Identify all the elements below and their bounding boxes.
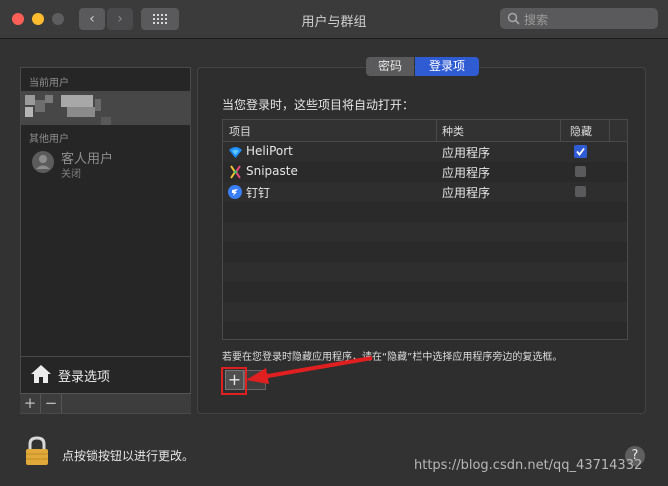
row-kind: 应用程序 — [442, 146, 491, 160]
add-user-button[interactable]: + — [20, 394, 41, 413]
user-list: 当前用户 其他用户 客人用户 关闭 登录选项 — [20, 67, 191, 414]
row-kind: 应用程序 — [442, 186, 491, 200]
user-list-toolbar: + − — [20, 393, 191, 413]
house-icon — [31, 365, 51, 383]
lock-hint-text: 点按锁按钮以进行更改。 — [62, 449, 195, 463]
hide-checkbox[interactable] — [575, 166, 586, 177]
hide-checkbox[interactable] — [574, 145, 587, 158]
lock-icon[interactable] — [24, 436, 50, 466]
table-row[interactable]: 钉钉 应用程序 — [223, 182, 627, 202]
current-users-label: 当前用户 — [29, 78, 69, 89]
table-header: 项目 种类 隐藏 — [223, 120, 627, 142]
login-options-row[interactable]: 登录选项 — [21, 357, 190, 393]
annotation-arrow-icon — [246, 356, 373, 384]
dingtalk-icon — [228, 185, 242, 199]
guest-avatar-icon — [32, 151, 54, 173]
row-name: 钉钉 — [246, 186, 271, 200]
watermark-text: https://blog.csdn.net/qq_43714332 — [414, 458, 643, 473]
row-kind: 应用程序 — [442, 166, 491, 180]
remove-user-icon: − — [44, 394, 58, 412]
guest-user-row[interactable]: 客人用户 关闭 — [21, 144, 190, 180]
row-name: Snipaste — [246, 164, 298, 178]
hide-checkbox[interactable] — [575, 186, 586, 197]
login-options-label: 登录选项 — [58, 370, 111, 385]
table-row[interactable]: HeliPort 应用程序 — [223, 142, 627, 162]
login-items-table: 项目 种类 隐藏 HeliPort 应用程序 Snipaste 应用程序 钉钉 … — [222, 119, 628, 340]
search-input[interactable]: 搜索 — [500, 8, 658, 29]
add-user-icon: + — [23, 394, 37, 412]
current-user-row[interactable] — [21, 91, 190, 125]
table-row[interactable]: Snipaste 应用程序 — [223, 162, 627, 182]
column-header-hide[interactable]: 隐藏 — [570, 123, 592, 139]
wifi-icon — [229, 147, 242, 158]
login-items-heading: 当您登录时，这些项目将自动打开： — [222, 98, 415, 112]
checkmark-icon — [576, 147, 585, 156]
tab-login-items[interactable]: 登录项 — [415, 57, 479, 76]
remove-user-button[interactable]: − — [41, 394, 62, 413]
column-header-item[interactable]: 项目 — [229, 123, 251, 139]
guest-user-status: 关闭 — [61, 169, 81, 180]
search-icon — [507, 12, 520, 25]
tab-password[interactable]: 密码 — [366, 57, 414, 76]
snipaste-icon — [230, 165, 241, 179]
other-users-label: 其他用户 — [29, 134, 69, 145]
row-name: HeliPort — [246, 144, 293, 158]
search-placeholder: 搜索 — [524, 13, 549, 27]
column-header-kind[interactable]: 种类 — [442, 123, 464, 139]
